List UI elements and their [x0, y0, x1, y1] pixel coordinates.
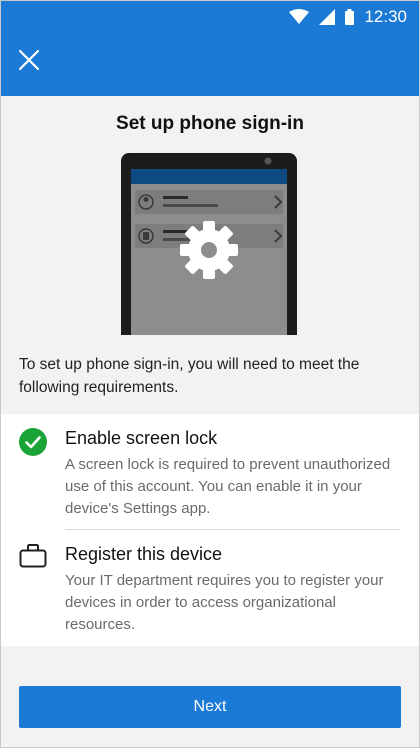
status-time: 12:30 [364, 7, 407, 26]
intro-text: To set up phone sign-in, you will need t… [19, 356, 360, 396]
briefcase-icon [19, 543, 47, 574]
close-icon [18, 49, 40, 71]
next-button[interactable]: Next [19, 686, 401, 728]
status-bar: 12:30 [289, 7, 407, 27]
wifi-icon [289, 9, 310, 25]
check-circle-icon [19, 428, 47, 461]
divider [65, 529, 400, 530]
close-button[interactable] [17, 48, 41, 72]
page-title: Set up phone sign-in [116, 113, 304, 134]
app-header: 12:30 [1, 1, 419, 96]
requirement-heading: Enable screen lock [65, 428, 218, 448]
requirement-description: A screen lock is required to prevent una… [65, 456, 391, 517]
signal-icon [319, 9, 336, 25]
requirements-panel: Enable screen lock A screen lock is requ… [1, 414, 419, 646]
requirement-description: Your IT department requires you to regis… [65, 572, 384, 633]
phone-illustration [121, 153, 297, 353]
battery-icon [345, 9, 355, 25]
screen: 12:30 Set up phone sign-in To set up pho… [0, 0, 420, 748]
requirement-heading: Register this device [65, 544, 223, 564]
